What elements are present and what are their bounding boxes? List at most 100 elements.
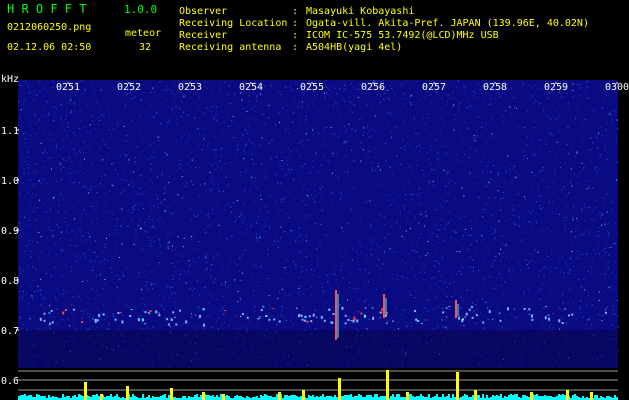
noise-speck xyxy=(407,143,409,145)
noise-speck xyxy=(152,219,154,220)
noise-speck xyxy=(206,87,208,89)
noise-speck xyxy=(261,137,263,139)
noise-speck xyxy=(227,202,229,204)
noise-speck xyxy=(305,318,307,320)
noise-speck xyxy=(88,192,90,194)
noise-speck xyxy=(191,287,193,289)
noise-speck xyxy=(497,298,499,300)
noise-speck xyxy=(344,326,346,328)
noise-speck xyxy=(362,132,364,134)
noise-speck xyxy=(285,295,287,297)
activity-baseline-bar xyxy=(292,395,294,400)
noise-speck xyxy=(435,209,437,211)
noise-speck xyxy=(438,263,440,265)
noise-speck xyxy=(559,271,561,273)
activity-strip xyxy=(18,368,618,400)
noise-speck xyxy=(446,316,448,318)
noise-speck xyxy=(215,299,217,301)
noise-speck xyxy=(187,138,189,140)
noise-speck xyxy=(473,310,475,312)
noise-speck xyxy=(206,226,208,228)
activity-baseline-bar xyxy=(208,395,210,400)
noise-speck xyxy=(512,214,514,216)
noise-speck xyxy=(113,315,114,317)
noise-speck xyxy=(582,168,584,170)
noise-speck xyxy=(81,235,83,237)
noise-speck xyxy=(542,267,544,269)
noise-speck xyxy=(282,303,284,305)
echo-speck xyxy=(417,320,420,322)
noise-speck xyxy=(213,282,215,284)
noise-speck xyxy=(527,211,529,213)
noise-speck xyxy=(123,125,125,127)
noise-speck xyxy=(60,104,62,106)
info-sep-location: : xyxy=(292,18,298,29)
noise-speck xyxy=(20,85,22,86)
noise-speck xyxy=(532,196,534,197)
echo-speck xyxy=(114,318,117,321)
noise-speck xyxy=(430,235,432,237)
noise-speck xyxy=(505,180,506,182)
noise-speck xyxy=(201,277,203,279)
info-value-antenna: A504HB(yagi 4el) xyxy=(306,42,402,53)
noise-speck xyxy=(537,251,539,253)
noise-speck xyxy=(385,85,387,87)
noise-speck xyxy=(418,151,420,153)
noise-speck xyxy=(208,293,210,295)
noise-speck xyxy=(170,89,172,91)
noise-speck xyxy=(608,113,610,115)
noise-speck xyxy=(365,201,367,203)
noise-speck xyxy=(251,276,253,278)
noise-speck xyxy=(282,152,283,154)
noise-speck xyxy=(617,128,619,130)
noise-speck xyxy=(305,215,307,217)
noise-speck xyxy=(456,273,458,275)
noise-speck xyxy=(86,131,88,133)
noise-speck xyxy=(238,296,240,298)
noise-speck xyxy=(512,267,514,269)
noise-speck xyxy=(300,235,301,237)
noise-speck xyxy=(216,320,217,322)
noise-speck xyxy=(437,158,439,160)
noise-speck xyxy=(572,83,574,85)
noise-speck xyxy=(104,193,106,195)
noise-speck xyxy=(215,114,217,116)
noise-speck xyxy=(18,101,20,103)
noise-speck xyxy=(473,213,475,214)
noise-speck xyxy=(86,239,88,241)
noise-speck xyxy=(35,229,37,231)
noise-speck xyxy=(368,319,370,320)
noise-speck xyxy=(32,266,34,268)
noise-speck xyxy=(507,83,508,85)
noise-speck xyxy=(615,275,617,277)
noise-speck xyxy=(60,319,62,321)
noise-speck xyxy=(461,161,462,163)
noise-speck xyxy=(237,144,239,146)
noise-speck xyxy=(411,267,412,269)
noise-speck xyxy=(274,102,276,104)
noise-speck xyxy=(91,115,92,117)
noise-speck xyxy=(323,138,325,140)
noise-speck xyxy=(580,253,582,255)
noise-speck xyxy=(160,245,161,247)
noise-speck xyxy=(183,94,185,96)
noise-speck xyxy=(576,318,577,320)
noise-speck xyxy=(316,248,318,250)
noise-speck xyxy=(447,94,449,96)
noise-speck xyxy=(230,258,232,260)
noise-speck xyxy=(187,298,189,300)
noise-speck xyxy=(590,160,592,162)
noise-speck xyxy=(518,217,520,219)
noise-speck xyxy=(391,131,393,133)
noise-speck xyxy=(222,190,224,192)
noise-speck xyxy=(279,165,281,167)
noise-speck xyxy=(472,279,473,281)
noise-speck xyxy=(472,259,474,261)
noise-speck xyxy=(209,316,211,318)
noise-speck xyxy=(326,274,328,276)
noise-speck xyxy=(278,91,280,93)
noise-speck xyxy=(581,235,583,237)
noise-speck xyxy=(325,302,327,304)
noise-speck xyxy=(592,142,594,144)
noise-speck xyxy=(215,162,217,164)
